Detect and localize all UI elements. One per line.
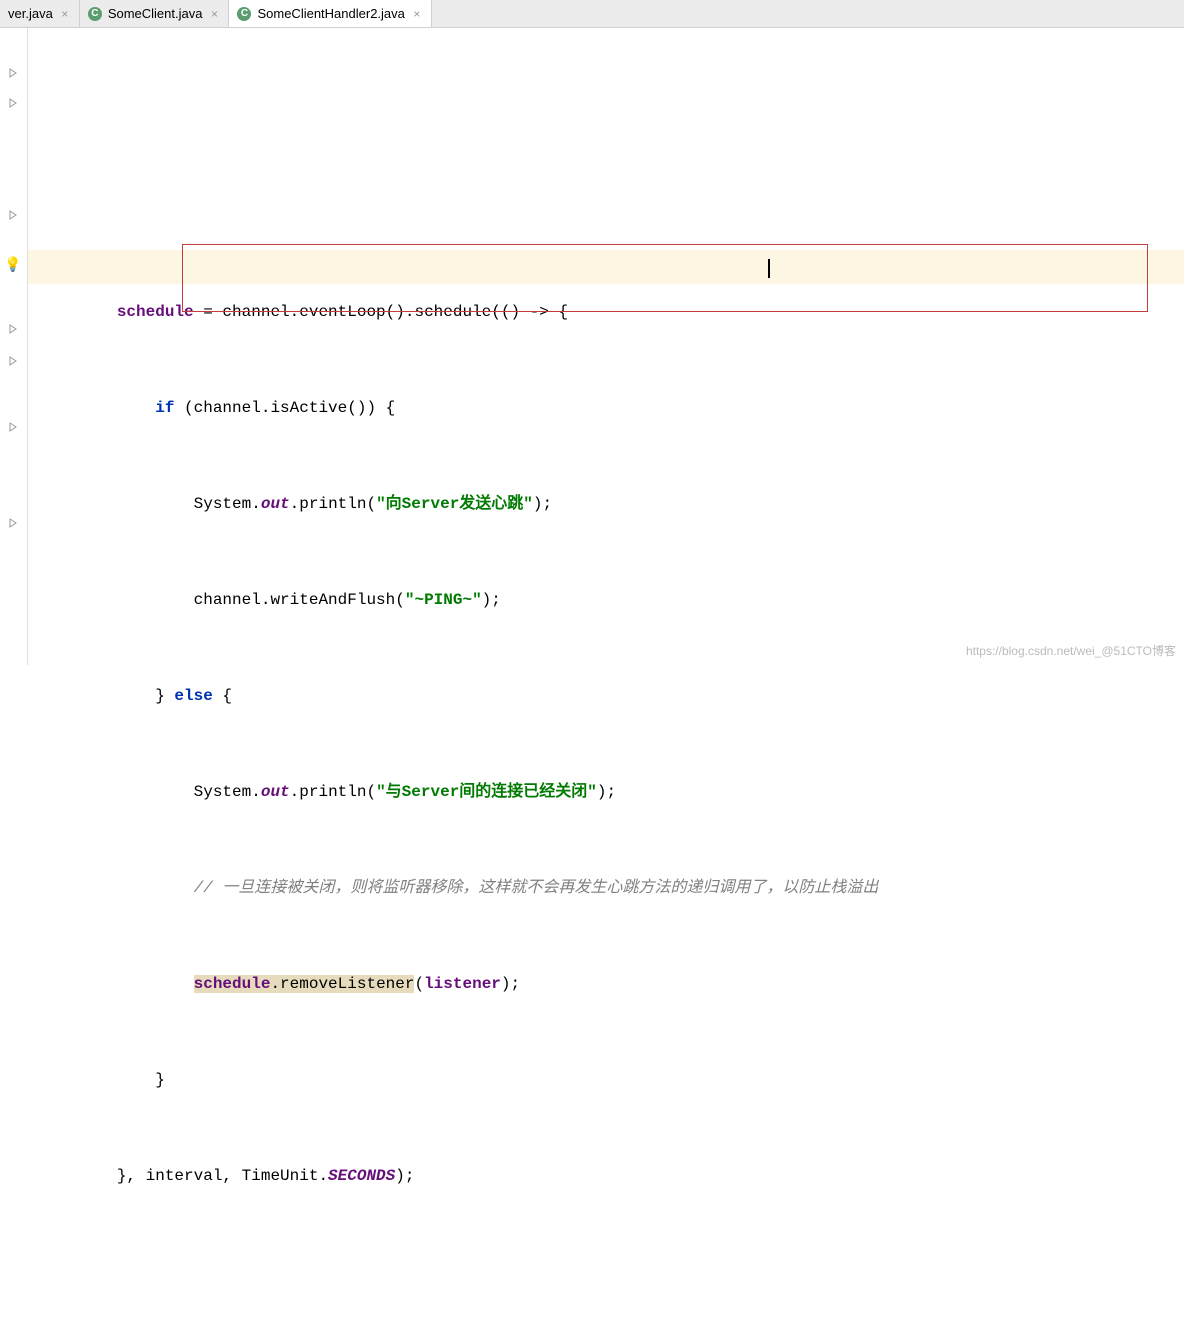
- tab-label: SomeClient.java: [108, 6, 203, 21]
- tab-label: SomeClientHandler2.java: [257, 6, 404, 21]
- fold-icon[interactable]: [4, 206, 22, 224]
- text-cursor: [768, 259, 770, 278]
- code-line: channel.writeAndFlush("~PING~");: [40, 584, 1184, 616]
- fold-icon[interactable]: [4, 320, 22, 338]
- code-line: [40, 200, 1184, 232]
- fold-icon[interactable]: [4, 514, 22, 532]
- code-line: System.out.println("与Server间的连接已经关闭");: [40, 776, 1184, 808]
- tab-ver[interactable]: ver.java ×: [0, 0, 80, 27]
- code-line: }, interval, TimeUnit.SECONDS);: [40, 1160, 1184, 1192]
- editor-tabs: ver.java × C SomeClient.java × C SomeCli…: [0, 0, 1184, 28]
- editor-gutter: 💡: [0, 28, 28, 665]
- code-line: if (channel.isActive()) {: [40, 392, 1184, 424]
- tab-someclienthandler2[interactable]: C SomeClientHandler2.java ×: [229, 0, 431, 27]
- fold-icon[interactable]: [4, 64, 22, 82]
- tab-someclient[interactable]: C SomeClient.java ×: [80, 0, 230, 27]
- code-line: schedule = channel.eventLoop().schedule(…: [40, 296, 1184, 328]
- class-icon: C: [88, 7, 102, 21]
- code-line: } else {: [40, 680, 1184, 712]
- tab-label: ver.java: [8, 6, 53, 21]
- code-line: System.out.println("向Server发送心跳");: [40, 488, 1184, 520]
- highlighted-line: [28, 250, 1184, 284]
- code-line: }: [40, 1064, 1184, 1096]
- lightbulb-icon[interactable]: 💡: [4, 256, 22, 274]
- close-icon[interactable]: ×: [208, 7, 220, 21]
- close-icon[interactable]: ×: [411, 7, 423, 21]
- code-line: [40, 1256, 1184, 1288]
- code-line: // 一旦连接被关闭，则将监听器移除，这样就不会再发生心跳方法的递归调用了，以防…: [40, 872, 1184, 904]
- code-line: schedule.removeListener(listener);: [40, 968, 1184, 1000]
- close-icon[interactable]: ×: [59, 7, 71, 21]
- class-icon: C: [237, 7, 251, 21]
- fold-icon[interactable]: [4, 94, 22, 112]
- code-editor[interactable]: 💡 schedule = channel.eventLoop().schedul…: [0, 28, 1184, 665]
- watermark: https://blog.csdn.net/wei_@51CTO博客: [966, 642, 1176, 659]
- fold-icon[interactable]: [4, 418, 22, 436]
- code-area[interactable]: schedule = channel.eventLoop().schedule(…: [28, 28, 1184, 665]
- fold-icon[interactable]: [4, 352, 22, 370]
